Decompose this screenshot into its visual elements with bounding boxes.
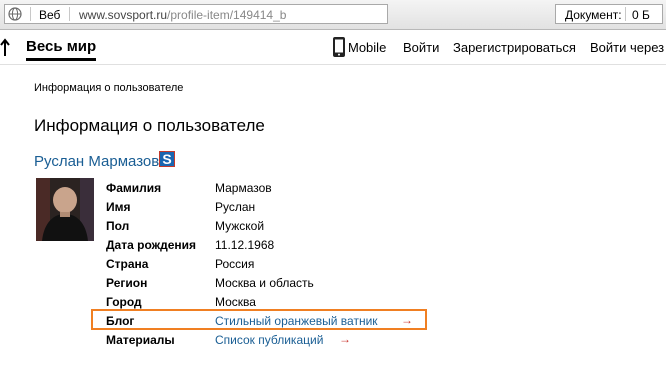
page-title: Информация о пользователе (34, 116, 265, 135)
register-link[interactable]: Зарегистрироваться (453, 40, 576, 55)
document-size-field: Документ: 0 Б (555, 4, 663, 24)
breadcrumb: Информация о пользователе (34, 82, 184, 94)
mobile-phone-icon[interactable] (332, 36, 346, 58)
url-domain: www.sovsport.ru (79, 8, 168, 22)
section-title[interactable]: Весь мир (26, 38, 96, 55)
highlight-box (91, 309, 427, 330)
mobile-link[interactable]: Mobile (348, 40, 386, 55)
field-label-surname: Фамилия (106, 181, 162, 195)
address-bar: Веб www.sovsport.ru/profile-item/149414_… (0, 0, 666, 30)
url-path: /profile-item/149414_b (167, 8, 287, 22)
field-value-country: Россия (215, 257, 255, 271)
field-value-gender: Мужской (215, 219, 265, 233)
sovsport-badge-icon: S (159, 151, 175, 167)
publications-link[interactable]: Список публикаций (215, 333, 323, 347)
web-mode-label: Веб (39, 8, 61, 22)
globe-icon (8, 7, 22, 21)
login-via-link[interactable]: Войти через (590, 40, 664, 55)
divider (30, 7, 31, 21)
divider (69, 7, 70, 21)
field-value-city: Москва (215, 295, 256, 309)
field-label-region: Регион (106, 276, 148, 290)
document-size: 0 Б (632, 8, 650, 22)
field-value-surname: Мармазов (215, 181, 272, 195)
field-value-first-name: Руслан (215, 200, 256, 214)
up-arrow-icon[interactable] (0, 37, 14, 57)
field-label-materials: Материалы (106, 333, 175, 347)
login-link[interactable]: Войти (403, 40, 439, 55)
badge-letter: S (162, 151, 172, 167)
field-label-first-name: Имя (106, 200, 131, 214)
publications-arrow-icon[interactable]: → (339, 332, 351, 346)
field-label-gender: Пол (106, 219, 130, 233)
url-field[interactable]: Веб www.sovsport.ru/profile-item/149414_… (4, 4, 388, 24)
field-label-birth-date: Дата рождения (106, 238, 197, 252)
document-label: Документ: (565, 8, 622, 22)
avatar (36, 178, 94, 241)
field-label-city: Город (106, 295, 142, 309)
field-label-country: Страна (106, 257, 149, 271)
field-value-birth-date: 11.12.1968 (215, 238, 275, 252)
user-name-link[interactable]: Руслан Мармазов (34, 153, 159, 170)
url-text[interactable]: www.sovsport.ru/profile-item/149414_b (79, 8, 286, 22)
divider (625, 7, 626, 21)
field-value-region: Москва и область (215, 276, 314, 290)
section-underline (26, 58, 96, 61)
